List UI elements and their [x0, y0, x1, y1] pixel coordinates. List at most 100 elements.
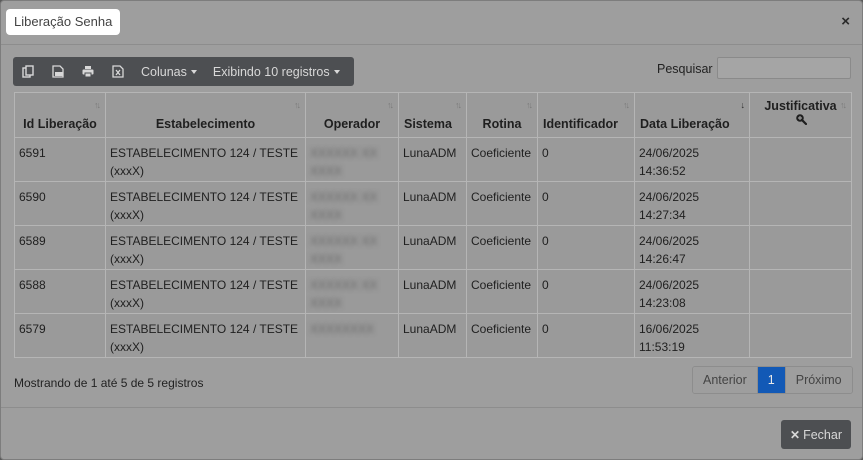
cell-justificativa	[749, 269, 852, 314]
col-header-data-liberacao[interactable]: Data Liberação ↓	[634, 92, 750, 138]
operador-login-redacted: XXXX	[310, 296, 343, 310]
table-row[interactable]: 6590 ESTABELECIMENTO 124 / TESTE (xxxX) XXX…	[14, 181, 852, 226]
col-header-sistema-label: Sistema	[404, 117, 452, 131]
estabelecimento-name: ESTABELECIMENTO 124 / TESTE	[110, 322, 299, 336]
cell-id: 6589	[14, 225, 106, 270]
sort-icon: ↑↓	[840, 100, 847, 110]
cell-justificativa	[749, 225, 852, 270]
copy-button[interactable]	[13, 57, 43, 86]
close-icon[interactable]: ×	[841, 14, 850, 30]
cell-sistema: LunaADM	[398, 269, 467, 314]
data-liberacao-date: 16/06/2025	[639, 322, 700, 336]
operador-name-redacted: XXXXXX XX	[310, 190, 378, 204]
sort-icon: ↑↓	[387, 100, 394, 110]
columns-dropdown[interactable]: Colunas	[133, 57, 205, 86]
col-header-data-liberacao-label: Data Liberação	[640, 117, 730, 131]
modal-title: Liberação Senha	[6, 9, 121, 35]
excel-icon	[112, 65, 124, 78]
columns-label: Colunas	[141, 64, 187, 79]
col-header-rotina[interactable]: Rotina ↑↓	[466, 92, 538, 138]
estabelecimento-code: (xxxX)	[110, 164, 144, 178]
data-liberacao-time: 14:27:34	[639, 208, 686, 222]
sort-desc-icon: ↓	[740, 100, 745, 110]
page-length-dropdown[interactable]: Exibindo 10 registros	[205, 57, 348, 86]
zoom-in-icon[interactable]	[795, 113, 807, 125]
close-icon: ✕	[790, 427, 801, 442]
cell-justificativa	[749, 313, 852, 358]
cell-sistema: LunaADM	[398, 225, 467, 270]
estabelecimento-name: ESTABELECIMENTO 124 / TESTE	[110, 234, 299, 248]
table-row[interactable]: 6589 ESTABELECIMENTO 124 / TESTE (xxxX) XXX…	[14, 225, 852, 270]
caret-down-icon	[333, 69, 340, 74]
export-toolbar: Colunas Exibindo 10 registros	[13, 57, 354, 86]
search-input[interactable]	[717, 57, 851, 79]
col-header-justificativa[interactable]: Justificativa ↑↓	[749, 92, 852, 138]
close-button[interactable]: ✕ Fechar	[781, 420, 851, 449]
cell-rotina: Coeficiente	[466, 313, 538, 358]
page-1-button[interactable]: 1	[756, 367, 785, 393]
cell-sistema: LunaADM	[398, 181, 467, 226]
estabelecimento-name: ESTABELECIMENTO 124 / TESTE	[110, 190, 299, 204]
col-header-identificador-label: Identificador	[543, 117, 619, 131]
cell-rotina: Coeficiente	[466, 225, 538, 270]
cell-identificador: 0	[537, 181, 635, 226]
cell-estabelecimento: ESTABELECIMENTO 124 / TESTE (xxxX)	[105, 181, 306, 226]
col-header-rotina-label: Rotina	[482, 117, 522, 131]
cell-operador: XXXXXX XX XXXX	[305, 181, 399, 226]
sort-icon: ↑↓	[455, 100, 462, 110]
estabelecimento-code: (xxxX)	[110, 208, 144, 222]
cell-estabelecimento: ESTABELECIMENTO 124 / TESTE (xxxX)	[105, 313, 306, 358]
footer-divider	[1, 407, 862, 408]
cell-data-liberacao: 16/06/2025 11:53:19	[634, 313, 750, 358]
cell-data-liberacao: 24/06/2025 14:26:47	[634, 225, 750, 270]
cell-rotina: Coeficiente	[466, 181, 538, 226]
data-liberacao-date: 24/06/2025	[639, 146, 700, 160]
cell-identificador: 0	[537, 313, 635, 358]
col-header-operador-label: Operador	[323, 117, 381, 131]
page-length-label: Exibindo 10 registros	[212, 64, 330, 79]
col-header-id[interactable]: Id Liberação ↑↓	[14, 92, 106, 138]
estabelecimento-name: ESTABELECIMENTO 124 / TESTE	[110, 278, 299, 292]
close-button-label: Fechar	[803, 427, 842, 442]
table-header-row: Id Liberação ↑↓ Estabelecimento ↑↓ Operado…	[14, 92, 852, 138]
col-header-identificador[interactable]: Identificador ↑↓	[537, 92, 635, 138]
data-liberacao-date: 24/06/2025	[639, 278, 700, 292]
print-button[interactable]	[73, 57, 103, 86]
cell-operador: XXXXXX XX XXXX	[305, 137, 399, 182]
col-header-operador[interactable]: Operador ↑↓	[305, 92, 399, 138]
data-liberacao-time: 14:36:52	[639, 164, 686, 178]
cell-rotina: Coeficiente	[466, 269, 538, 314]
table-row[interactable]: 6579 ESTABELECIMENTO 124 / TESTE (xxxX) XXX…	[14, 313, 852, 358]
operador-name-redacted: XXXXXX XX	[310, 278, 378, 292]
col-header-sistema[interactable]: Sistema ↑↓	[398, 92, 467, 138]
operador-name-redacted: XXXXXX XX	[310, 234, 378, 248]
sort-icon: ↑↓	[294, 100, 301, 110]
cell-identificador: 0	[537, 137, 635, 182]
cell-estabelecimento: ESTABELECIMENTO 124 / TESTE (xxxX)	[105, 225, 306, 270]
pagination: Anterior 1 Próximo	[692, 366, 853, 394]
col-header-estabelecimento-label: Estabelecimento	[155, 117, 256, 131]
cell-operador: XXXXXX XX XXXX	[305, 269, 399, 314]
table-info: Mostrando de 1 até 5 de 5 registros	[14, 376, 204, 390]
operador-login-redacted: XXXX	[310, 164, 343, 178]
cell-estabelecimento: ESTABELECIMENTO 124 / TESTE (xxxX)	[105, 137, 306, 182]
cell-id: 6590	[14, 181, 106, 226]
cell-data-liberacao: 24/06/2025 14:27:34	[634, 181, 750, 226]
next-page-button[interactable]: Próximo	[784, 367, 852, 393]
table-row[interactable]: 6591 ESTABELECIMENTO 124 / TESTE (xxxX) XXX…	[14, 137, 852, 182]
excel-button[interactable]	[103, 57, 133, 86]
estabelecimento-name: ESTABELECIMENTO 124 / TESTE	[110, 146, 299, 160]
modal-header: Liberação Senha ×	[1, 1, 862, 45]
cell-id: 6588	[14, 269, 106, 314]
col-header-estabelecimento[interactable]: Estabelecimento ↑↓	[105, 92, 306, 138]
pdf-button[interactable]	[43, 57, 73, 86]
operador-name-redacted: XXXXXXXX	[310, 322, 375, 336]
pdf-icon	[52, 65, 64, 78]
previous-page-button[interactable]: Anterior	[693, 367, 757, 393]
copy-icon	[22, 65, 34, 78]
search-label: Pesquisar	[657, 62, 713, 76]
table-row[interactable]: 6588 ESTABELECIMENTO 124 / TESTE (xxxX) XXX…	[14, 269, 852, 314]
cell-id: 6591	[14, 137, 106, 182]
col-header-id-label: Id Liberação	[23, 117, 97, 131]
cell-estabelecimento: ESTABELECIMENTO 124 / TESTE (xxxX)	[105, 269, 306, 314]
